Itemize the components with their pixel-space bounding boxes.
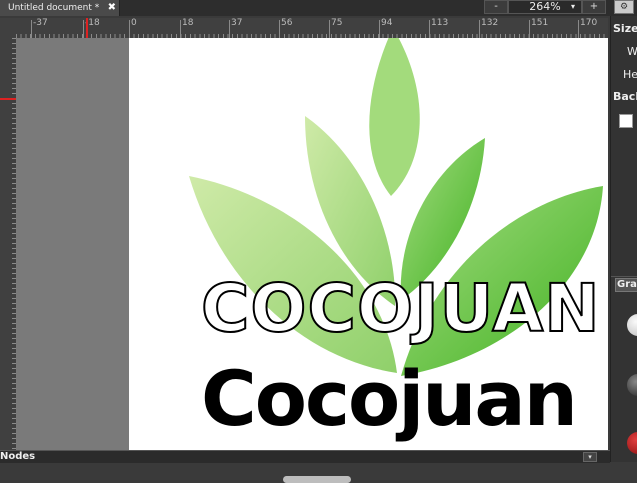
gradient-section[interactable]: Gra (615, 278, 637, 292)
ruler-tick-label: 94 (381, 18, 393, 28)
white-swatch-icon[interactable] (627, 314, 637, 336)
ruler-major-tick (529, 20, 530, 38)
ruler-tick-label: -37 (33, 18, 48, 28)
ruler-major-tick (578, 20, 579, 38)
ruler-tick-label: 56 (281, 18, 293, 28)
logo-solid-text[interactable]: Cocojuan (201, 354, 601, 443)
chevron-down-icon: ▾ (570, 2, 575, 11)
logo-outline-text[interactable]: COCOJUAN (200, 269, 601, 348)
ruler-corner (0, 18, 16, 38)
zoom-level-select[interactable]: 264% ▾ (508, 0, 582, 14)
ruler-tick-label: 18 (182, 18, 194, 28)
ruler-tick-label: 75 (331, 18, 343, 28)
red-swatch-icon[interactable] (627, 432, 637, 454)
settings-icon[interactable]: ⚙ (614, 0, 634, 14)
ruler-major-tick (31, 20, 32, 38)
ruler-cursor-marker (0, 98, 16, 100)
pasteboard[interactable]: COCOJUAN Cocojuan (16, 38, 619, 483)
ruler-tick-label: 151 (531, 18, 549, 28)
ruler-major-tick (229, 20, 230, 38)
document-tab-bar: Untitled document * ✖ - 264% ▾ + ⚙ (0, 0, 637, 16)
panel-divider (611, 276, 637, 277)
background-section-label: Back (613, 90, 637, 103)
zoom-in-button[interactable]: + (582, 0, 606, 14)
horizontal-scrollbar[interactable] (283, 476, 351, 483)
size-section-label: Size (613, 22, 637, 35)
ruler-major-tick (83, 20, 84, 38)
ruler-cursor-marker (86, 18, 88, 38)
nodes-bar: Nodes ▾ (0, 450, 610, 463)
background-checkbox[interactable] (619, 114, 633, 128)
ruler-tick-label: 37 (231, 18, 243, 28)
document-tab-title: Untitled document * (8, 3, 100, 13)
properties-panel: Size W He Back Gra (610, 16, 637, 462)
ruler-tick-label: 170 (580, 18, 598, 28)
document-tab[interactable]: Untitled document * ✖ (0, 0, 120, 16)
ruler-major-tick (329, 20, 330, 38)
ruler-major-tick (180, 20, 181, 38)
gradient-section-label: Gra (617, 279, 637, 290)
document-page[interactable]: COCOJUAN Cocojuan (129, 38, 608, 450)
zoom-level-value: 264% (529, 0, 561, 13)
ruler-major-tick (429, 20, 430, 38)
width-label: W (627, 45, 637, 58)
ruler-major-tick (379, 20, 380, 38)
ruler-major-tick (129, 20, 130, 38)
ruler-tick-label: 0 (131, 18, 137, 28)
zoom-out-button[interactable]: - (484, 0, 508, 14)
leaf-center-top (369, 38, 420, 196)
height-label: He (623, 68, 637, 81)
nodes-label: Nodes (0, 451, 36, 462)
zoom-control: - 264% ▾ + (484, 0, 606, 14)
ruler-major-tick (479, 20, 480, 38)
ruler-tick-label: 113 (431, 18, 449, 28)
vertical-ruler[interactable] (0, 38, 17, 450)
horizontal-ruler[interactable]: -37 -18 0 18 37 56 75 94 113 132 151 170 (16, 18, 608, 39)
ruler-major-tick (279, 20, 280, 38)
close-tab-icon[interactable]: ✖ (108, 0, 116, 16)
dark-swatch-icon[interactable] (627, 374, 637, 396)
chevron-down-icon[interactable]: ▾ (583, 452, 597, 462)
ruler-tick-label: 132 (481, 18, 499, 28)
